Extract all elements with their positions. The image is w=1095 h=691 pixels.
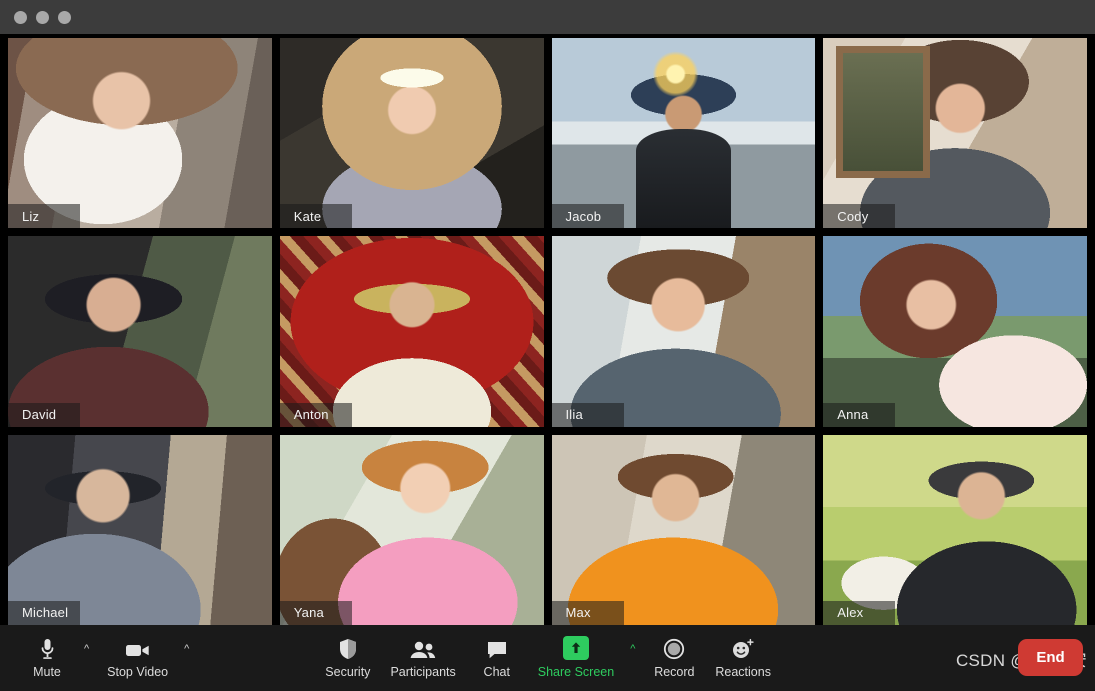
participant-name-label: Anton xyxy=(279,402,352,427)
participant-name-label: Anna xyxy=(823,402,896,427)
participant-tile[interactable]: Anton xyxy=(279,236,544,427)
chat-button[interactable]: Chat xyxy=(466,630,528,686)
people-icon xyxy=(409,638,437,660)
participant-video-feed xyxy=(279,434,544,625)
reactions-button[interactable]: Reactions xyxy=(705,630,781,686)
video-options-caret-icon[interactable]: ^ xyxy=(176,644,197,655)
participant-tile[interactable]: Max xyxy=(551,434,816,625)
security-label: Security xyxy=(325,664,371,679)
participant-tile[interactable]: Cody xyxy=(823,38,1087,229)
participant-tile[interactable]: Alex xyxy=(823,434,1087,625)
participants-label: Participants xyxy=(390,664,456,679)
participant-video-feed xyxy=(8,236,272,427)
security-button[interactable]: Security xyxy=(315,630,380,686)
participant-tile[interactable]: Kate xyxy=(279,38,544,229)
speech-bubble-icon xyxy=(486,638,508,660)
maximize-window-button[interactable] xyxy=(58,10,71,24)
participant-name-label: Cody xyxy=(823,204,896,229)
microphone-icon xyxy=(39,638,56,660)
record-label: Record xyxy=(654,664,695,679)
zoom-meeting-window: Liz Kate Jacob Cody David Anton Ilia Anna Michae… xyxy=(0,0,1095,691)
participant-name-label: Liz xyxy=(8,204,80,229)
participant-name-label: Alex xyxy=(823,600,896,625)
participant-name-label: Kate xyxy=(279,204,352,229)
participant-tile[interactable]: David xyxy=(8,236,272,427)
participant-video-feed xyxy=(823,434,1087,625)
participant-video-feed xyxy=(279,236,544,427)
participant-name-label: David xyxy=(8,402,80,427)
participant-video-feed xyxy=(8,434,272,625)
participant-video-feed xyxy=(551,38,816,229)
participant-gallery: Liz Kate Jacob Cody David Anton Ilia Anna Michae… xyxy=(8,38,1087,625)
video-camera-icon xyxy=(125,638,151,660)
mute-options-caret-icon[interactable]: ^ xyxy=(76,644,97,655)
minimize-window-button[interactable] xyxy=(36,10,49,24)
participant-video-feed xyxy=(551,236,816,427)
up-arrow-box-icon xyxy=(562,635,589,660)
participant-tile[interactable]: Michael xyxy=(8,434,272,625)
participant-video-feed xyxy=(823,236,1087,427)
chat-label: Chat xyxy=(483,664,510,679)
record-button[interactable]: Record xyxy=(643,630,705,686)
reactions-label: Reactions xyxy=(715,664,771,679)
participants-button[interactable]: Participants xyxy=(380,630,465,686)
end-meeting-button[interactable]: End xyxy=(1018,639,1083,676)
participant-name-label: Ilia xyxy=(551,402,624,427)
participant-name-label: Michael xyxy=(8,600,81,625)
participant-tile[interactable]: Anna xyxy=(823,236,1087,427)
mute-label: Mute xyxy=(33,664,61,679)
participant-video-feed xyxy=(823,38,1087,229)
smiley-plus-icon xyxy=(731,638,755,660)
participant-name-label: Max xyxy=(551,600,624,625)
participant-tile[interactable]: Yana xyxy=(279,434,544,625)
shield-icon xyxy=(338,638,358,660)
window-title-bar xyxy=(0,0,1095,34)
record-circle-icon xyxy=(663,638,685,660)
participant-name-label: Yana xyxy=(279,600,352,625)
participant-video-feed xyxy=(8,38,272,229)
share-screen-button[interactable]: Share Screen xyxy=(528,630,624,686)
participant-video-feed xyxy=(279,38,544,229)
participant-tile[interactable]: Liz xyxy=(8,38,272,229)
share-screen-options-caret-icon[interactable]: ^ xyxy=(622,644,643,655)
stop-video-button[interactable]: Stop Video xyxy=(97,630,178,686)
close-window-button[interactable] xyxy=(14,10,27,24)
participant-video-feed xyxy=(551,434,816,625)
participant-tile[interactable]: Jacob xyxy=(551,38,816,229)
participant-tile[interactable]: Ilia xyxy=(551,236,816,427)
mute-button[interactable]: Mute xyxy=(16,630,78,686)
participant-name-label: Jacob xyxy=(551,204,624,229)
stop-video-label: Stop Video xyxy=(107,664,169,679)
meeting-toolbar: Mute ^ Stop Video ^ Security Participant… xyxy=(0,625,1095,691)
share-screen-label: Share Screen xyxy=(537,664,615,679)
